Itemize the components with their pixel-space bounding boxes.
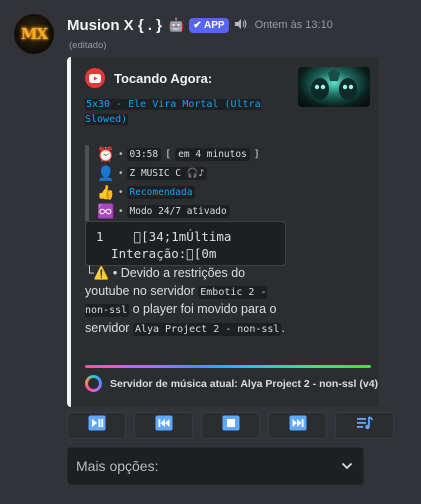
edited-label: (editado) bbox=[69, 40, 107, 51]
duration-row: ⏰ • 03:58 [ em 4 minutos ] bbox=[97, 146, 260, 162]
remaining-time: em 4 minutos bbox=[175, 148, 250, 161]
track-title-link[interactable]: 5x30 - Ele Vira Mortal (Ultra Slowed) bbox=[85, 97, 265, 127]
next-button[interactable] bbox=[268, 412, 327, 439]
message-header: Musion X { . } 🤖 ✔ APP Ontem às 13:10 bbox=[67, 14, 333, 36]
previous-button[interactable] bbox=[134, 412, 193, 439]
player-controls bbox=[67, 412, 394, 439]
play-pause-button[interactable] bbox=[67, 412, 126, 439]
next-icon bbox=[289, 415, 307, 436]
track-info-fields: ⏰ • 03:58 [ em 4 minutos ] 👤 • Z MUSIC C… bbox=[85, 145, 260, 221]
alarm-clock-icon: ⏰ bbox=[97, 146, 115, 162]
select-placeholder: Mais opções: bbox=[76, 458, 159, 474]
code-block: 1  [34;1mÚltima Interação: [0m bbox=[85, 221, 286, 266]
queue-button[interactable] bbox=[335, 412, 394, 439]
warning-icon: └⚠️ • bbox=[85, 266, 121, 280]
username[interactable]: Musion X { . } bbox=[67, 17, 162, 34]
chevron-down-icon bbox=[341, 457, 353, 475]
track-thumbnail[interactable] bbox=[298, 67, 370, 107]
previous-icon bbox=[155, 415, 173, 436]
embed-author-name: Tocando Agora: bbox=[114, 70, 213, 86]
timestamp: Ontem às 13:10 bbox=[254, 19, 333, 31]
requester-row: 👤 • Z MUSIC C 🎧♪ bbox=[97, 164, 260, 183]
speaker-icon bbox=[234, 18, 247, 33]
now-playing-embed: Tocando Agora: 5x30 - Ele Vira Mortal (U… bbox=[67, 57, 379, 407]
user-icon: 👤 bbox=[97, 165, 115, 181]
notice-text: └⚠️ • Devido a restrições do youtube no … bbox=[85, 266, 285, 336]
duration-value: 03:58 bbox=[126, 148, 162, 161]
avatar[interactable]: MX bbox=[14, 14, 54, 54]
queue-icon bbox=[356, 415, 374, 436]
ring-icon bbox=[85, 375, 102, 392]
youtube-icon bbox=[85, 68, 105, 88]
avatar-text: MX bbox=[20, 25, 48, 43]
recommended-row: 👍 • Recomendada bbox=[97, 183, 260, 202]
thumbs-up-icon: 👍 bbox=[97, 184, 115, 200]
more-options-select[interactable]: Mais opções: bbox=[67, 447, 364, 485]
infinity-icon: ♾️ bbox=[97, 203, 115, 219]
play-pause-icon bbox=[88, 415, 106, 436]
gradient-divider bbox=[85, 365, 371, 368]
stop-icon bbox=[222, 415, 240, 436]
new-server-code: Alya Project 2 - non-ssl bbox=[132, 322, 282, 336]
mode-value: Modo 24/7 ativado bbox=[126, 205, 230, 218]
app-badge: ✔ APP bbox=[189, 17, 229, 33]
embed-author: Tocando Agora: bbox=[85, 68, 212, 88]
mode-row: ♾️ • Modo 24/7 ativado bbox=[97, 202, 260, 221]
footer-text: Servidor de música atual: Alya Project 2… bbox=[110, 377, 379, 390]
recommended-link[interactable]: Recomendada bbox=[126, 186, 196, 199]
robot-icon: 🤖 bbox=[168, 17, 185, 32]
stop-button[interactable] bbox=[201, 412, 260, 439]
requester-name[interactable]: Z MUSIC C 🎧♪ bbox=[126, 167, 208, 180]
embed-footer: Servidor de música atual: Alya Project 2… bbox=[85, 375, 378, 392]
